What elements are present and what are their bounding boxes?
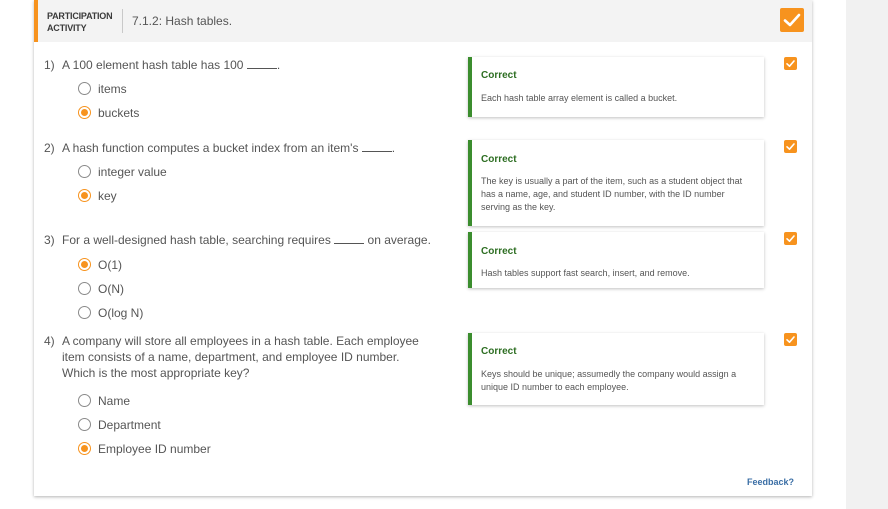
feedback-title: Correct — [481, 246, 517, 257]
question-number: 1) — [44, 58, 55, 72]
question-text-end: . — [391, 141, 396, 155]
question-number: 2) — [44, 141, 55, 155]
question-text: For a well-designed hash table, searchin… — [62, 233, 331, 247]
radio-button[interactable] — [78, 306, 91, 319]
activity-title: 7.1.2: Hash tables. — [132, 14, 233, 28]
option-label: Name — [98, 394, 131, 408]
option-label: key — [98, 189, 117, 203]
question-3-check-icon — [784, 232, 797, 245]
option-label: integer value — [98, 165, 167, 179]
radio-button-selected[interactable] — [78, 189, 91, 202]
question-2: 2) A hash function computes a bucket inde… — [44, 140, 395, 156]
radio-button[interactable] — [78, 418, 91, 431]
feedback-box-1: Correct Each hash table array element is… — [468, 57, 764, 117]
answer-blank — [246, 59, 277, 69]
completion-check-icon — [780, 8, 804, 32]
radio-button-selected[interactable] — [78, 258, 91, 271]
answer-blank — [334, 234, 365, 244]
answer-blank — [361, 142, 392, 152]
header-divider — [122, 9, 123, 33]
question-3: 3) For a well-designed hash table, search… — [44, 232, 431, 248]
header-accent-bar — [34, 0, 38, 42]
activity-header: PARTICIPATION ACTIVITY 7.1.2: Hash table… — [34, 0, 812, 42]
feedback-box-3: Correct Hash tables support fast search,… — [468, 232, 764, 288]
question-text: A hash function computes a bucket index … — [62, 141, 359, 155]
question-number: 3) — [44, 233, 55, 247]
option-label: Employee ID number — [98, 442, 211, 456]
option-label: O(N) — [98, 282, 124, 296]
question-text: A company will store all employees in a … — [62, 334, 419, 380]
activity-type-label: PARTICIPATION ACTIVITY — [47, 10, 127, 34]
question-text-end: on average. — [367, 233, 431, 247]
feedback-text: The key is usually a part of the item, s… — [481, 176, 743, 212]
radio-button[interactable] — [78, 282, 91, 295]
option-label: buckets — [98, 106, 140, 120]
question-4-check-icon — [784, 333, 797, 346]
feedback-link[interactable]: Feedback? — [747, 477, 794, 487]
feedback-text: Hash tables support fast search, insert,… — [481, 268, 690, 278]
participation-activity-card: PARTICIPATION ACTIVITY 7.1.2: Hash table… — [34, 0, 812, 496]
feedback-box-2: Correct The key is usually a part of the… — [468, 140, 764, 226]
feedback-title: Correct — [481, 346, 517, 357]
feedback-text: Each hash table array element is called … — [481, 93, 678, 103]
label-line1: PARTICIPATION — [47, 11, 113, 21]
radio-button[interactable] — [78, 394, 91, 407]
option-label: Department — [98, 418, 161, 432]
feedback-box-4: Correct Keys should be unique; assumedly… — [468, 333, 764, 405]
page-gutter — [846, 0, 888, 509]
option-label: items — [98, 82, 127, 96]
radio-button[interactable] — [78, 165, 91, 178]
feedback-title: Correct — [481, 154, 517, 165]
question-2-check-icon — [784, 140, 797, 153]
question-text-end: . — [276, 58, 281, 72]
feedback-text: Keys should be unique; assumedly the com… — [481, 369, 737, 392]
label-line2: ACTIVITY — [47, 23, 87, 33]
radio-button-selected[interactable] — [78, 442, 91, 455]
question-1-check-icon — [784, 57, 797, 70]
question-number: 4) — [44, 334, 55, 348]
feedback-title: Correct — [481, 70, 517, 81]
option-label: O(log N) — [98, 306, 144, 320]
option-label: O(1) — [98, 258, 122, 272]
question-1: 1) A 100 element hash table has 100 . — [44, 57, 280, 73]
question-text: A 100 element hash table has 100 — [62, 58, 244, 72]
radio-button[interactable] — [78, 82, 91, 95]
radio-button-selected[interactable] — [78, 106, 91, 119]
